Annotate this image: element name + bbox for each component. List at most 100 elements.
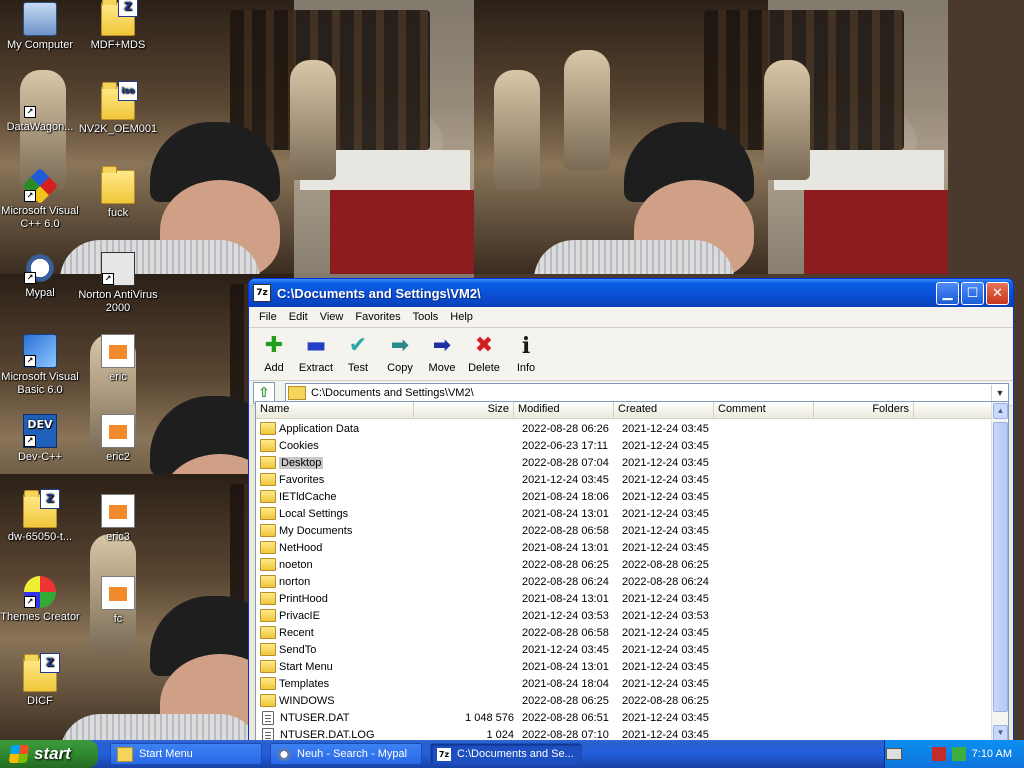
info-label: Info: [516, 362, 536, 374]
desktop-icon-my-computer[interactable]: My Computer: [0, 2, 80, 52]
desktop-icon-mdf-mds[interactable]: Z MDF+MDS: [78, 0, 158, 52]
table-row[interactable]: norton 2022-08-28 06:24 2022-08-28 06:24: [256, 573, 990, 590]
window-titlebar[interactable]: 7z C:\Documents and Settings\VM2\ ▁ ☐ ✕: [249, 279, 1013, 307]
desktop-icon-label: My Computer: [6, 39, 74, 51]
column-name[interactable]: Name: [256, 402, 414, 418]
menu-file[interactable]: File: [253, 311, 283, 323]
table-row[interactable]: Local Settings 2021-08-24 13:01 2021-12-24…: [256, 505, 990, 522]
minimize-button[interactable]: ▁: [936, 281, 959, 305]
desktop-icon-datawagon[interactable]: ↗ DataWagon...: [0, 86, 80, 134]
table-row[interactable]: Desktop 2022-08-28 07:04 2021-12-24 03:45: [256, 454, 990, 471]
scroll-up-button[interactable]: ▲: [993, 403, 1008, 419]
address-combobox[interactable]: C:\Documents and Settings\VM2\ ▼: [285, 383, 1009, 403]
scroll-down-button[interactable]: ▼: [993, 725, 1008, 741]
file-name: Start Menu: [279, 660, 333, 673]
table-row[interactable]: NTUSER.DAT 1 048 576 2022-08-28 06:51 2021-…: [256, 709, 990, 726]
table-row[interactable]: Application Data 2022-08-28 06:26 2021-12-…: [256, 420, 990, 437]
clock[interactable]: 7:10 AM: [972, 748, 1012, 760]
folder-icon: [260, 456, 276, 469]
folder-icon: [260, 524, 276, 537]
toolbar: ✚ Add ▬ Extract ✔ Test ➡ Copy ➡ Move ✖ D…: [249, 328, 1013, 381]
desktop-icon-dw-65050[interactable]: Z dw-65050-t...: [0, 489, 80, 544]
close-button[interactable]: ✕: [986, 281, 1009, 305]
desktop-icon-label: eric: [109, 371, 127, 383]
desktop-icon-nv2k[interactable]: iso NV2K_OEM001: [78, 81, 158, 136]
table-row[interactable]: IETldCache 2021-08-24 18:06 2021-12-24 03:…: [256, 488, 990, 505]
chevron-down-icon[interactable]: ▼: [991, 385, 1008, 401]
file-manager-window[interactable]: 7z C:\Documents and Settings\VM2\ ▁ ☐ ✕ …: [248, 278, 1014, 742]
maximize-button[interactable]: ☐: [961, 281, 984, 305]
cell-modified: 2022-08-28 06:58: [522, 524, 609, 537]
menu-bar: File Edit View Favorites Tools Help: [249, 307, 1013, 328]
scrollbar-thumb[interactable]: [993, 422, 1008, 712]
file-list[interactable]: Name Size Modified Created Comment Folde…: [255, 401, 1009, 741]
table-row[interactable]: Start Menu 2021-08-24 13:01 2021-12-24 03:…: [256, 658, 990, 675]
file-name: Recent: [279, 626, 314, 639]
table-row[interactable]: NetHood 2021-08-24 13:01 2021-12-24 03:45: [256, 539, 990, 556]
menu-favorites[interactable]: Favorites: [349, 311, 406, 323]
plus-icon: ✚: [264, 333, 284, 358]
extract-button[interactable]: ▬ Extract: [295, 332, 337, 375]
table-row[interactable]: WINDOWS 2022-08-28 06:25 2022-08-28 06:25: [256, 692, 990, 709]
column-modified[interactable]: Modified: [514, 402, 614, 418]
desktop-icon-label: Norton AntiVirus 2000: [78, 289, 158, 314]
vertical-scrollbar[interactable]: ▲ ▼: [991, 402, 1008, 741]
desktop-icon-dev-cpp[interactable]: DEV ↗ Dev-C++: [0, 414, 80, 464]
test-button[interactable]: ✔ Test: [337, 332, 379, 375]
cell-created: 2021-12-24 03:45: [622, 677, 709, 690]
table-row[interactable]: Cookies 2022-06-23 17:11 2021-12-24 03:45: [256, 437, 990, 454]
menu-edit[interactable]: Edit: [283, 311, 314, 323]
move-button[interactable]: ➡ Move: [421, 332, 463, 375]
column-created[interactable]: Created: [614, 402, 714, 418]
task-mypal[interactable]: Neuh - Search - Mypal: [270, 743, 422, 765]
menu-help[interactable]: Help: [444, 311, 479, 323]
table-row[interactable]: Templates 2021-08-24 18:04 2021-12-24 03:4…: [256, 675, 990, 692]
folder-icon: [260, 575, 276, 588]
desktop-icon-visual-cpp[interactable]: ↗ Microsoft Visual C++ 6.0: [0, 167, 80, 231]
table-row[interactable]: Recent 2022-08-28 06:58 2021-12-24 03:45: [256, 624, 990, 641]
norton-icon: ↗: [101, 252, 135, 286]
menu-tools[interactable]: Tools: [407, 311, 445, 323]
shortcut-icon: ↗: [24, 86, 56, 118]
column-size[interactable]: Size: [414, 402, 514, 418]
table-row[interactable]: PrivacIE 2021-12-24 03:53 2021-12-24 03:53: [256, 607, 990, 624]
table-row[interactable]: Favorites 2021-12-24 03:45 2021-12-24 03:4…: [256, 471, 990, 488]
keyboard-icon[interactable]: [886, 748, 902, 760]
table-row[interactable]: PrintHood 2021-08-24 13:01 2021-12-24 03:4…: [256, 590, 990, 607]
copy-button[interactable]: ➡ Copy: [379, 332, 421, 375]
desktop-icon-fc[interactable]: fc: [78, 576, 158, 626]
table-row[interactable]: My Documents 2022-08-28 06:58 2021-12-24 0…: [256, 522, 990, 539]
desktop-icon-norton[interactable]: ↗ Norton AntiVirus 2000: [78, 252, 158, 315]
antivirus-icon[interactable]: [951, 747, 966, 761]
desktop-icon-folder-fuck[interactable]: fuck: [78, 166, 158, 220]
check-icon: ✔: [348, 333, 368, 358]
desktop-icon-visual-basic[interactable]: ↗ Microsoft Visual Basic 6.0: [0, 334, 80, 397]
cell-created: 2021-12-24 03:45: [622, 711, 709, 724]
desktop-icon-label: Mypal: [25, 287, 55, 299]
info-button[interactable]: i Info: [505, 332, 547, 374]
cell-name: Desktop: [256, 456, 418, 469]
task-start-menu[interactable]: Start Menu: [110, 743, 262, 765]
desktop-icon-eric2[interactable]: eric2: [78, 414, 158, 464]
start-button[interactable]: start: [0, 740, 98, 768]
column-comment[interactable]: Comment: [714, 402, 814, 418]
cell-modified: 2022-08-28 06:58: [522, 626, 609, 639]
cell-created: 2021-12-24 03:45: [622, 507, 709, 520]
add-button[interactable]: ✚ Add: [253, 332, 295, 375]
desktop-icon-eric[interactable]: eric: [78, 334, 158, 384]
windows-logo-icon: [8, 745, 30, 763]
menu-view[interactable]: View: [314, 311, 350, 323]
delete-button[interactable]: ✖ Delete: [463, 332, 505, 375]
archive-folder-icon: Z: [23, 653, 60, 692]
table-row[interactable]: SendTo 2021-12-24 03:45 2021-12-24 03:45: [256, 641, 990, 658]
desktop-icon-dicf[interactable]: Z DICF: [0, 653, 80, 708]
network-icon[interactable]: [931, 747, 946, 761]
desktop-icon-eric3[interactable]: eric3: [78, 494, 158, 544]
column-header: Name Size Modified Created Comment Folde…: [256, 402, 1008, 419]
column-folders[interactable]: Folders: [814, 402, 914, 418]
desktop-icon-mypal[interactable]: ↗ Mypal: [0, 252, 80, 300]
desktop-icon-themes-creator[interactable]: ↗ Themes Creator: [0, 576, 80, 624]
task-7zip[interactable]: 7z C:\Documents and Se...: [430, 743, 582, 765]
table-row[interactable]: noeton 2022-08-28 06:25 2022-08-28 06:25: [256, 556, 990, 573]
cell-modified: 2022-08-28 06:25: [522, 558, 609, 571]
